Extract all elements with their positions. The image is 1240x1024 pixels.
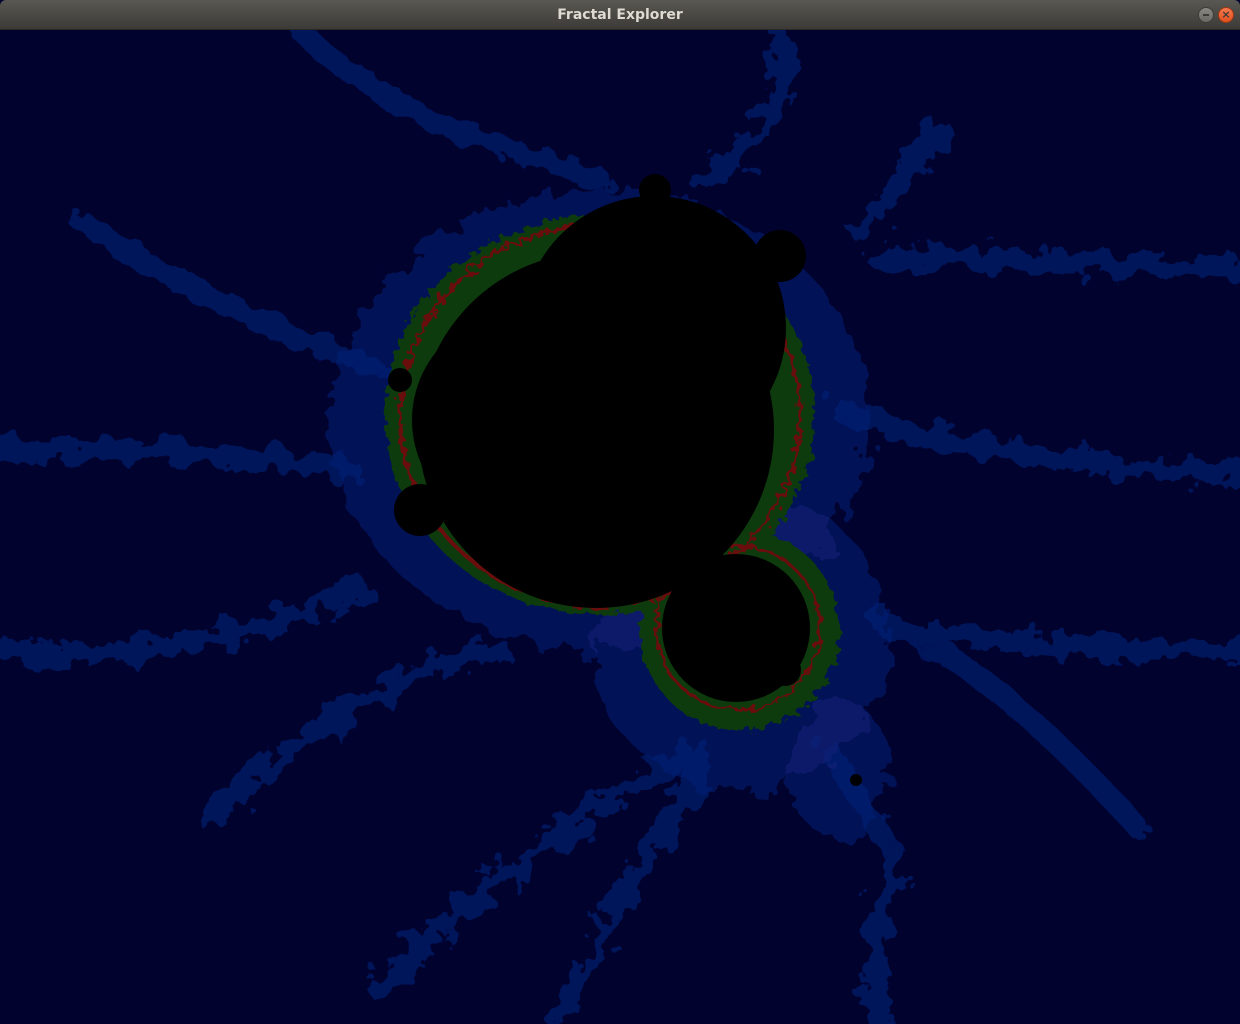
window-title: Fractal Explorer xyxy=(557,7,683,23)
title-bar[interactable]: Fractal Explorer × xyxy=(0,0,1240,30)
filament xyxy=(869,249,1240,281)
interior-bud-top xyxy=(639,174,671,206)
app-window: Fractal Explorer × xyxy=(0,0,1240,1024)
close-icon[interactable]: × xyxy=(1218,7,1234,23)
fractal-canvas[interactable] xyxy=(0,30,1240,1024)
halo-tail xyxy=(790,700,890,840)
minimize-icon[interactable] xyxy=(1198,7,1214,23)
interior-bud-lower xyxy=(769,654,801,686)
interior-bud-left xyxy=(394,484,446,536)
interior-bud-right xyxy=(754,230,806,282)
interior-bud-tail xyxy=(850,774,862,786)
interior-cardioid xyxy=(418,252,774,608)
fractal-render xyxy=(0,30,1240,1024)
interior-bud-small xyxy=(388,368,412,392)
